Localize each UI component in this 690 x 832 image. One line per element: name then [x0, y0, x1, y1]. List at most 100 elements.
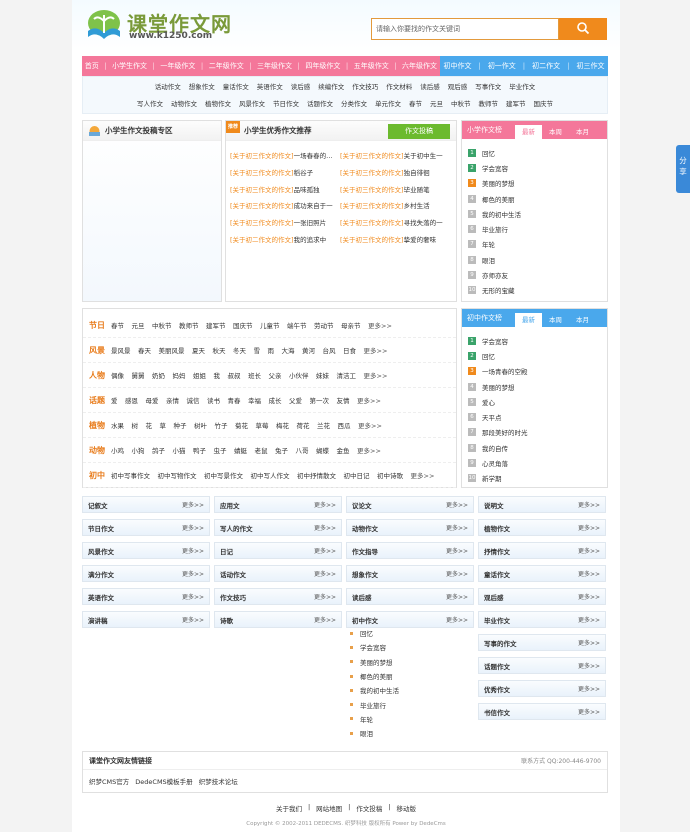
- category-link[interactable]: 父亲: [269, 370, 282, 380]
- category-link[interactable]: 初中写物作文: [158, 470, 197, 480]
- recommend-category-link[interactable]: [关于初三作文的作文]: [230, 219, 294, 227]
- list-link[interactable]: 年轮: [360, 714, 373, 724]
- sub-nav-link[interactable]: 单元作文: [375, 98, 401, 108]
- category-link[interactable]: 竹子: [215, 420, 228, 430]
- sub-nav-link[interactable]: 话题作文: [307, 98, 333, 108]
- sub-nav-link[interactable]: 英语作文: [257, 81, 283, 91]
- recommend-title-link[interactable]: 毕业随笔: [404, 186, 430, 194]
- recommend-title-link[interactable]: 挚爱的奢味: [404, 236, 437, 244]
- category-link[interactable]: 友情: [337, 395, 350, 405]
- recommend-category-link[interactable]: [关于初三作文的作文]: [230, 152, 294, 160]
- category-link[interactable]: 日食: [343, 345, 356, 355]
- more-link[interactable]: 更多>>: [578, 661, 600, 670]
- sub-nav-link[interactable]: 中秋节: [451, 98, 471, 108]
- sub-nav-link[interactable]: 想象作文: [189, 81, 215, 91]
- category-link[interactable]: 小猫: [173, 445, 186, 455]
- rank-link[interactable]: 新学期: [482, 473, 502, 483]
- more-link[interactable]: 更多>>: [182, 523, 204, 532]
- rank-link[interactable]: 心灵角落: [482, 458, 508, 468]
- category-link[interactable]: 兔子: [275, 445, 288, 455]
- rank-link[interactable]: 我的初中生活: [482, 209, 521, 219]
- nav-item[interactable]: 五年级作文: [354, 61, 389, 71]
- rank-link[interactable]: 天平点: [482, 412, 502, 422]
- category-link[interactable]: 草: [160, 420, 167, 430]
- category-link[interactable]: 幸福: [248, 395, 261, 405]
- rank-link[interactable]: 一场青春的空殿: [482, 366, 528, 376]
- category-link[interactable]: 夏天: [192, 345, 205, 355]
- nav-item[interactable]: 四年级作文: [305, 61, 340, 71]
- category-link[interactable]: 读书: [207, 395, 220, 405]
- category-link[interactable]: 小伙伴: [289, 370, 309, 380]
- recommend-title-link[interactable]: 成功来自于一: [294, 202, 333, 210]
- rank-link[interactable]: 亦师亦友: [482, 270, 508, 280]
- sub-nav-link[interactable]: 教师节: [479, 98, 499, 108]
- more-link[interactable]: 更多>>: [368, 320, 392, 330]
- category-link[interactable]: 蝴蝶: [316, 445, 329, 455]
- nav-item[interactable]: 首页: [85, 61, 99, 71]
- rank-link[interactable]: 学会宽容: [482, 336, 508, 346]
- category-link[interactable]: 初中日记: [344, 470, 370, 480]
- recommend-category-link[interactable]: [关于初三作文的作文]: [230, 169, 294, 177]
- category-link[interactable]: 儿童节: [260, 320, 280, 330]
- category-link[interactable]: 教师节: [179, 320, 199, 330]
- rank-link[interactable]: 学会宽容: [482, 163, 508, 173]
- recommend-title-link[interactable]: 一场春春的…: [294, 152, 333, 160]
- category-link[interactable]: 雨: [268, 345, 275, 355]
- logo-book-icon[interactable]: [84, 9, 124, 41]
- nav-item[interactable]: 初三作文: [576, 61, 604, 71]
- recommend-category-link[interactable]: [关于初三作文的作文]: [340, 152, 404, 160]
- category-link[interactable]: 偶像: [111, 370, 124, 380]
- more-link[interactable]: 更多>>: [357, 395, 381, 405]
- more-link[interactable]: 更多>>: [182, 546, 204, 555]
- category-link[interactable]: 感恩: [125, 395, 138, 405]
- category-link[interactable]: 奶奶: [152, 370, 165, 380]
- sub-nav-link[interactable]: 作文技巧: [352, 81, 378, 91]
- sub-nav-link[interactable]: 话动作文: [155, 81, 181, 91]
- sub-nav-link[interactable]: 建军节: [506, 98, 526, 108]
- category-link[interactable]: 金鱼: [337, 445, 350, 455]
- recommend-category-link[interactable]: [关于初三作文的作文]: [340, 202, 404, 210]
- recommend-category-link[interactable]: [关于初三作文的作文]: [340, 169, 404, 177]
- category-link[interactable]: 水果: [111, 420, 124, 430]
- rank-link[interactable]: 美丽的梦想: [482, 178, 515, 188]
- rank-link[interactable]: 回忆: [482, 351, 495, 361]
- more-link[interactable]: 更多>>: [578, 684, 600, 693]
- more-link[interactable]: 更多>>: [314, 500, 336, 509]
- sub-nav-link[interactable]: 写人作文: [137, 98, 163, 108]
- more-link[interactable]: 更多>>: [364, 345, 388, 355]
- category-link[interactable]: 清洁工: [337, 370, 357, 380]
- rank-link[interactable]: 无形的宝藏: [482, 285, 515, 295]
- recommend-category-link[interactable]: [关于初二作文的作文]: [230, 236, 294, 244]
- sub-nav-link[interactable]: 节日作文: [273, 98, 299, 108]
- more-link[interactable]: 更多>>: [182, 592, 204, 601]
- recommend-title-link[interactable]: 稻谷子: [294, 169, 314, 177]
- more-link[interactable]: 更多>>: [578, 500, 600, 509]
- more-link[interactable]: 更多>>: [578, 569, 600, 578]
- more-link[interactable]: 更多>>: [446, 500, 468, 509]
- category-link[interactable]: 菊花: [235, 420, 248, 430]
- category-link[interactable]: 初中写景作文: [204, 470, 243, 480]
- rank-link[interactable]: 爱心: [482, 397, 495, 407]
- friend-link[interactable]: DedeCMS模板手册: [135, 776, 192, 786]
- category-link[interactable]: 老鼠: [255, 445, 268, 455]
- rank-link[interactable]: 我的自传: [482, 443, 508, 453]
- category-link[interactable]: 国庆节: [233, 320, 253, 330]
- category-link[interactable]: 班长: [248, 370, 261, 380]
- recommend-category-link[interactable]: [关于初三作文的作文]: [340, 236, 404, 244]
- category-link[interactable]: 美丽风景: [159, 345, 185, 355]
- more-link[interactable]: 更多>>: [357, 445, 381, 455]
- category-link[interactable]: 建军节: [206, 320, 226, 330]
- nav-item[interactable]: 初一作文: [488, 61, 516, 71]
- rank-link[interactable]: 那段美好的时光: [482, 427, 528, 437]
- more-link[interactable]: 更多>>: [578, 707, 600, 716]
- category-link[interactable]: 成长: [269, 395, 282, 405]
- recommend-category-link[interactable]: [关于初三作文的作文]: [340, 186, 404, 194]
- recommend-title-link[interactable]: 品味孤独: [294, 186, 320, 194]
- category-link[interactable]: 舅舅: [132, 370, 145, 380]
- recommend-title-link[interactable]: 一张旧照片: [294, 219, 327, 227]
- category-link[interactable]: 妈妈: [173, 370, 186, 380]
- sub-nav-link[interactable]: 植物作文: [205, 98, 231, 108]
- list-link[interactable]: 眼泪: [360, 728, 373, 738]
- list-link[interactable]: 毕业旅行: [360, 700, 386, 710]
- friend-link[interactable]: 织梦技术论坛: [199, 776, 238, 786]
